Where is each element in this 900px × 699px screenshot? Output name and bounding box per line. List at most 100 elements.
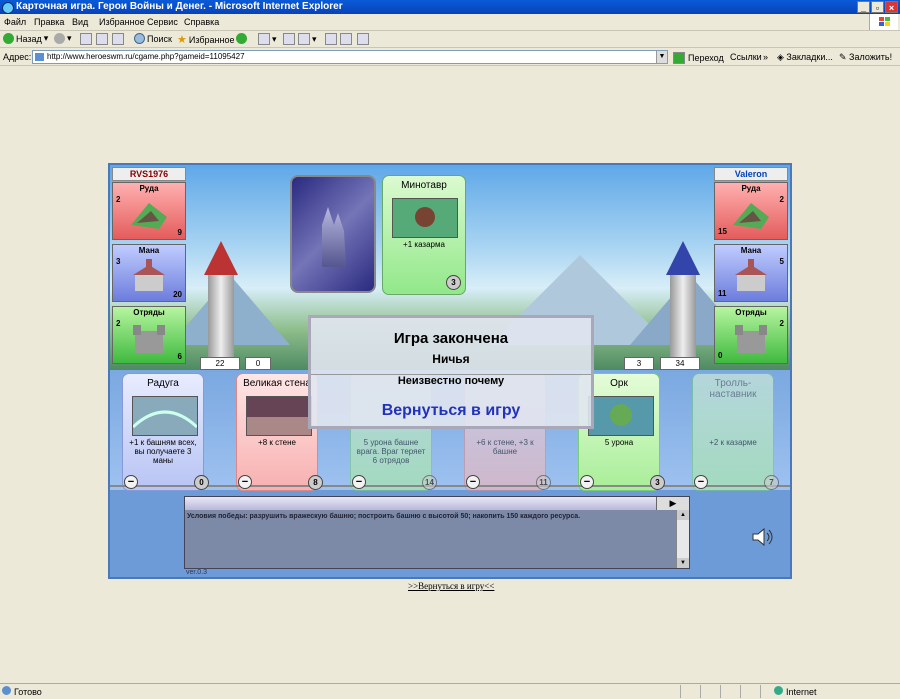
messenger-button[interactable] — [357, 33, 369, 45]
print-button[interactable]: ▾ — [298, 33, 317, 45]
dialog-title: Игра закончена — [393, 330, 509, 347]
card-description: +1 казарма — [403, 240, 445, 249]
menu-favorites[interactable]: Избранное — [99, 17, 145, 27]
stop-button[interactable] — [80, 33, 92, 45]
menu-help[interactable]: Справка — [184, 17, 219, 27]
toolbar: Назад ▾ ▾ Поиск ★ Избранное ▾ ▾ — [0, 31, 900, 48]
right-player-name: Valeron — [714, 167, 788, 181]
mana-amount: 11 — [718, 289, 727, 298]
right-ore-panel: Руда 2 15 — [714, 182, 788, 240]
search-button[interactable]: Поиск — [134, 33, 172, 44]
mana-income: 3 — [116, 257, 121, 266]
stop-icon — [80, 33, 92, 45]
go-button[interactable]: Переход — [673, 52, 724, 64]
play-arrow-icon[interactable]: ▶ — [656, 497, 689, 510]
menu-edit[interactable]: Правка — [34, 17, 64, 27]
bookmarks-button[interactable]: ◈ Закладки... — [777, 52, 833, 63]
barracks-icon — [133, 325, 165, 353]
status-divider — [720, 685, 721, 698]
forward-button[interactable]: ▾ — [54, 33, 72, 44]
scroll-up-icon[interactable]: ▲ — [677, 510, 689, 520]
favorites-button[interactable]: ★ Избранное — [177, 33, 235, 46]
address-dropdown-icon[interactable]: ▼ — [656, 51, 667, 63]
links-button[interactable]: Ссылки — [730, 52, 762, 62]
internet-zone-icon — [774, 686, 783, 695]
minimize-button[interactable]: _ — [857, 1, 870, 13]
discard-button[interactable]: − — [466, 475, 480, 489]
game-over-dialog: Игра закончена Ничья Неизвестно почему В… — [308, 315, 594, 429]
discard-button[interactable]: − — [694, 475, 708, 489]
temple-icon — [735, 259, 767, 291]
card-name: Минотавр — [401, 180, 447, 191]
troops-amount: 6 — [177, 352, 182, 361]
discard-button[interactable]: − — [238, 475, 252, 489]
status-divider — [760, 685, 761, 698]
window-titlebar: Карточная игра. Герои Войны и Денег. - M… — [0, 0, 900, 14]
right-mana-panel: Мана 5 11 — [714, 244, 788, 302]
discard-button[interactable]: − — [352, 475, 366, 489]
ore-income: 2 — [116, 195, 121, 204]
menu-tools[interactable]: Сервис — [147, 17, 178, 27]
log-text: Условия победы: разрушить вражескую башн… — [187, 513, 581, 520]
messenger-icon — [357, 33, 369, 45]
mail-icon — [283, 33, 295, 45]
chevron-right-icon[interactable]: » — [763, 52, 768, 62]
home-button[interactable] — [112, 33, 124, 45]
back-button[interactable]: Назад ▾ — [3, 33, 48, 44]
return-to-game-link[interactable]: >>Вернуться в игру<< — [408, 581, 494, 591]
troops-amount: 0 — [718, 351, 723, 360]
card-description: 5 урона башне врага. Враг теряет 6 отряд… — [356, 438, 426, 465]
right-wall-height: 3 — [624, 357, 654, 370]
resource-name: Отряды — [133, 308, 165, 317]
card-name: Великая стена — [243, 378, 311, 389]
dialog-result: Ничья — [432, 352, 470, 366]
refresh-icon — [96, 33, 108, 45]
ore-income: 2 — [779, 195, 784, 204]
discuss-icon — [340, 33, 352, 45]
hand-card[interactable]: Тролль-наставник +2 к казарме — [692, 373, 774, 491]
home-icon — [112, 33, 124, 45]
discard-button[interactable]: − — [580, 475, 594, 489]
left-player-name: RVS1976 — [112, 167, 186, 181]
back-arrow-icon — [3, 33, 14, 44]
hand-card[interactable]: Великая стена +8 к стене — [236, 373, 318, 491]
menu-file[interactable]: Файл — [4, 17, 26, 27]
discard-button[interactable]: − — [124, 475, 138, 489]
scroll-down-icon[interactable]: ▼ — [677, 558, 689, 568]
menu-view[interactable]: Вид — [72, 17, 88, 27]
search-icon — [134, 33, 145, 44]
mine-icon — [733, 203, 769, 229]
card-cost: 11 — [536, 475, 551, 490]
address-input[interactable]: http://www.heroeswm.ru/cgame.php?gameid=… — [32, 50, 668, 64]
log-scrollbar[interactable]: ▲ ▼ — [676, 510, 689, 568]
right-tower-height: 34 — [660, 357, 700, 370]
status-divider — [740, 685, 741, 698]
restore-button[interactable]: ▫ — [871, 1, 884, 13]
bookmark-add-button[interactable]: ✎ Заложить! — [839, 52, 892, 63]
left-tower — [204, 241, 238, 360]
resource-name: Отряды — [735, 308, 767, 317]
card-cost: 3 — [446, 275, 461, 290]
mail-button[interactable] — [283, 33, 295, 45]
card-description: +6 к стене, +3 к башне — [476, 438, 534, 456]
mana-amount: 20 — [173, 290, 182, 299]
media-button[interactable] — [236, 33, 247, 44]
address-bar: Адрес: http://www.heroeswm.ru/cgame.php?… — [0, 48, 900, 66]
edit-button[interactable] — [325, 33, 337, 45]
hand-card[interactable]: Радуга +1 к башням всех, вы получаете 3 … — [122, 373, 204, 491]
return-to-game-button[interactable]: Вернуться в игру — [311, 402, 591, 420]
left-wall-height: 0 — [245, 357, 271, 370]
discuss-button[interactable] — [340, 33, 352, 45]
castle-image — [322, 207, 346, 267]
right-troops-panel: Отряды 2 0 — [714, 306, 788, 364]
close-button[interactable]: × — [885, 1, 898, 13]
game-log: ▶ Условия победы: разрушить вражескую ба… — [184, 496, 690, 569]
speaker-icon[interactable] — [750, 527, 776, 547]
zone-text: Internet — [786, 687, 817, 697]
star-icon: ★ — [177, 34, 187, 46]
print-icon — [298, 33, 310, 45]
refresh-button[interactable] — [96, 33, 108, 45]
history-button[interactable]: ▾ — [258, 33, 277, 45]
card-game-board: RVS1976 Руда 2 9 Мана 3 20 Отряды 2 6 22… — [108, 163, 792, 579]
card-description: +8 к стене — [258, 438, 296, 447]
